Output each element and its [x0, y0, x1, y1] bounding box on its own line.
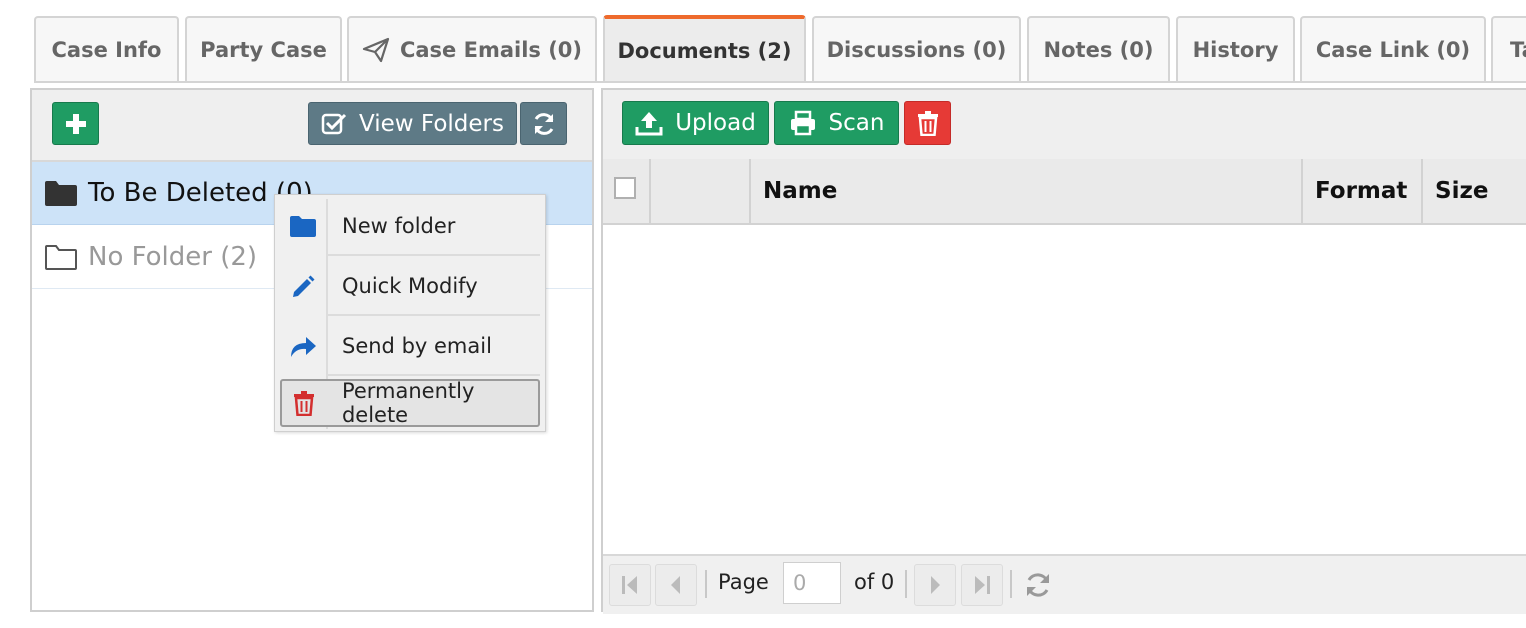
folder-filled-icon — [44, 179, 78, 207]
pagination-toolbar: Page of 0 — [603, 554, 1526, 614]
refresh-icon — [1023, 570, 1053, 600]
tab-label: Case Info — [51, 38, 162, 62]
next-page-icon — [924, 574, 946, 596]
page-number-input[interactable] — [783, 562, 841, 604]
last-page-icon — [971, 574, 993, 596]
tab-label: Documents (2) — [617, 38, 792, 63]
tab-history[interactable]: History — [1176, 16, 1295, 82]
plus-icon — [65, 113, 87, 135]
menu-separator — [328, 254, 540, 256]
menu-item-new-folder[interactable]: New folder — [280, 198, 540, 254]
refresh-folders-button[interactable] — [520, 102, 567, 145]
tab-label: Case Link (0) — [1315, 38, 1471, 62]
pencil-icon — [280, 273, 326, 299]
tab-discussions[interactable]: Discussions (0) — [812, 16, 1021, 82]
trash-icon — [282, 390, 326, 416]
pager-separator — [1010, 570, 1012, 598]
paper-plane-icon — [362, 37, 390, 63]
folder-outline-icon — [44, 243, 78, 271]
column-header-name[interactable]: Name — [751, 159, 1303, 223]
tab-label: History — [1192, 38, 1279, 62]
tab-label: Party Case — [200, 38, 327, 62]
case-tabs: Case Info Party Case Case Emails (0) Doc… — [34, 15, 1526, 82]
page-count-label: of 0 — [854, 570, 895, 594]
delete-documents-button[interactable] — [904, 101, 951, 145]
page-label: Page — [718, 570, 769, 594]
view-folders-label: View Folders — [359, 110, 504, 137]
column-label: Size — [1435, 178, 1489, 204]
documents-panel: Upload Scan Name Format Size Page 0 of 0 — [601, 88, 1526, 614]
upload-icon — [635, 110, 663, 136]
column-header-blank[interactable] — [651, 159, 751, 223]
folder-icon — [280, 214, 326, 238]
tab-label: Case Emails (0) — [399, 38, 583, 62]
documents-toolbar: Upload Scan — [603, 90, 1526, 161]
menu-separator — [328, 314, 540, 316]
column-label: Name — [763, 178, 838, 204]
pager-separator — [705, 570, 707, 598]
printer-icon — [789, 110, 817, 136]
first-page-button[interactable] — [609, 564, 651, 606]
tab-label: Discussions (0) — [826, 38, 1007, 62]
tab-truncated[interactable]: Ta — [1491, 16, 1526, 82]
menu-item-permanently-delete[interactable]: Permanently delete — [280, 379, 540, 427]
tab-party-case[interactable]: Party Case — [185, 16, 342, 82]
prev-page-icon — [665, 574, 687, 596]
next-page-button[interactable] — [914, 564, 956, 606]
upload-button[interactable]: Upload — [622, 101, 769, 145]
folder-context-menu: New folder Quick Modify Send by email Pe… — [274, 194, 546, 432]
select-all-cell — [603, 159, 651, 223]
tab-notes[interactable]: Notes (0) — [1027, 16, 1170, 82]
menu-item-send-by-email[interactable]: Send by email — [280, 318, 540, 374]
menu-item-label: Send by email — [342, 334, 492, 358]
column-label: Format — [1315, 178, 1408, 204]
scan-button[interactable]: Scan — [774, 101, 899, 145]
last-page-button[interactable] — [961, 564, 1003, 606]
tab-label: Notes (0) — [1043, 38, 1154, 62]
tab-divider — [34, 81, 1526, 83]
folder-name: No Folder (2) — [88, 242, 258, 272]
trash-icon — [917, 110, 939, 136]
tab-documents[interactable]: Documents (2) — [603, 15, 806, 82]
column-header-size[interactable]: Size — [1423, 159, 1526, 223]
tab-case-info[interactable]: Case Info — [34, 16, 179, 82]
select-all-checkbox[interactable] — [614, 177, 636, 199]
prev-page-button[interactable] — [655, 564, 697, 606]
share-arrow-icon — [280, 333, 326, 359]
check-square-icon — [321, 112, 347, 136]
menu-separator — [328, 374, 540, 376]
upload-label: Upload — [675, 110, 756, 136]
tab-case-emails[interactable]: Case Emails (0) — [347, 16, 597, 82]
tab-case-link[interactable]: Case Link (0) — [1300, 16, 1486, 82]
menu-item-label: Quick Modify — [342, 274, 478, 298]
pager-separator — [905, 570, 907, 598]
documents-grid-header: Name Format Size — [603, 159, 1526, 225]
scan-label: Scan — [828, 110, 885, 136]
refresh-grid-button[interactable] — [1017, 564, 1059, 606]
first-page-icon — [619, 574, 641, 596]
refresh-icon — [531, 111, 557, 137]
menu-item-label: New folder — [342, 214, 456, 238]
column-header-format[interactable]: Format — [1303, 159, 1423, 223]
folders-toolbar: View Folders — [32, 90, 592, 162]
menu-item-label: Permanently delete — [341, 379, 475, 427]
view-folders-button[interactable]: View Folders — [308, 102, 517, 145]
add-folder-button[interactable] — [52, 102, 99, 145]
tab-label: Ta — [1510, 38, 1526, 62]
menu-item-quick-modify[interactable]: Quick Modify — [280, 258, 540, 314]
